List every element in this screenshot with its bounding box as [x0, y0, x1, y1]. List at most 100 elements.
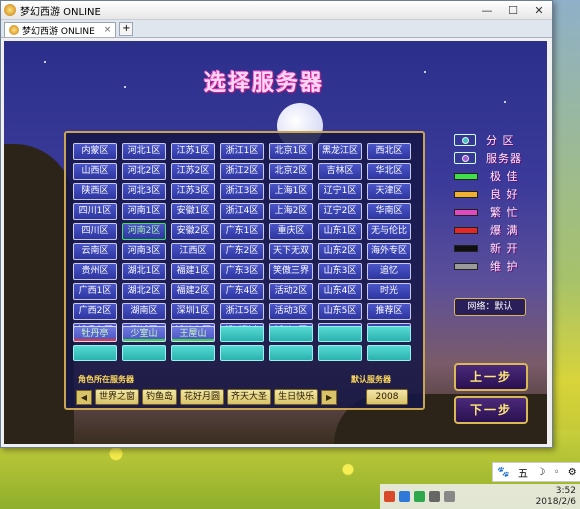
server-button[interactable]: 推荐区 [367, 303, 411, 320]
server-button[interactable]: 河北2区 [122, 163, 166, 180]
server-button[interactable]: 北京2区 [269, 163, 313, 180]
close-tab-icon[interactable]: × [104, 25, 112, 35]
server-button[interactable]: 江西区 [171, 243, 215, 260]
server-button[interactable]: 广西1区 [73, 283, 117, 300]
recent-server-slot[interactable] [220, 345, 264, 361]
recent-server-slot[interactable] [367, 345, 411, 361]
ime-tool-icon[interactable]: ⚙ [568, 467, 577, 478]
recent-server-slot[interactable] [269, 326, 313, 342]
ime-tool-icon[interactable]: 🐾 [497, 467, 509, 478]
server-button[interactable]: 江苏1区 [171, 143, 215, 160]
server-button[interactable]: 安徽2区 [171, 223, 215, 240]
role-server-button[interactable]: 花好月圆 [180, 389, 225, 405]
server-button[interactable]: 广东3区 [220, 263, 264, 280]
tray-icon[interactable] [414, 491, 425, 502]
server-button[interactable]: 湖北1区 [122, 263, 166, 280]
tab-game[interactable]: 梦幻西游 ONLINE × [4, 22, 117, 37]
recent-server-slot[interactable] [220, 326, 264, 342]
server-button[interactable]: 无与伦比 [367, 223, 411, 240]
server-button[interactable]: 福建2区 [171, 283, 215, 300]
recent-server-slot[interactable] [171, 345, 215, 361]
next-arrow-icon[interactable]: ▶ [321, 389, 338, 405]
server-button[interactable]: 华北区 [367, 163, 411, 180]
server-button[interactable]: 浙江1区 [220, 143, 264, 160]
server-button[interactable]: 内蒙区 [73, 143, 117, 160]
server-button[interactable]: 山东5区 [318, 303, 362, 320]
server-button[interactable]: 江苏2区 [171, 163, 215, 180]
server-button[interactable]: 辽宁1区 [318, 183, 362, 200]
server-button[interactable]: 上海1区 [269, 183, 313, 200]
server-button[interactable]: 河南1区 [122, 203, 166, 220]
role-server-button[interactable]: 世界之窗 [95, 389, 140, 405]
server-button[interactable]: 浙江2区 [220, 163, 264, 180]
ime-tool-icon[interactable]: ☽ [536, 467, 545, 478]
server-button[interactable]: 山东4区 [318, 283, 362, 300]
maximize-button[interactable]: ☐ [500, 2, 526, 18]
server-button[interactable]: 河北1区 [122, 143, 166, 160]
role-server-button[interactable]: 齐天大圣 [227, 389, 272, 405]
prev-button[interactable]: 上一步 [454, 363, 528, 391]
tray-icon[interactable] [399, 491, 410, 502]
server-button[interactable]: 上海2区 [269, 203, 313, 220]
server-button[interactable]: 西北区 [367, 143, 411, 160]
ime-tool-icon[interactable]: ◦ [554, 467, 560, 478]
server-button[interactable]: 北京1区 [269, 143, 313, 160]
server-button[interactable]: 安徽1区 [171, 203, 215, 220]
server-button[interactable]: 笑傲三界 [269, 263, 313, 280]
clock[interactable]: 3:52 2018/2/6 [536, 486, 576, 508]
server-button[interactable]: 广东1区 [220, 223, 264, 240]
server-button[interactable]: 广西2区 [73, 303, 117, 320]
server-button[interactable]: 贵州区 [73, 263, 117, 280]
recent-server-slot[interactable]: 王屋山 [171, 326, 215, 342]
server-button[interactable]: 浙江4区 [220, 203, 264, 220]
server-button[interactable]: 山东1区 [318, 223, 362, 240]
recent-server-slot[interactable]: 牡丹亭 [73, 326, 117, 342]
network-selector[interactable]: 网络：默认 [454, 298, 526, 316]
prev-arrow-icon[interactable]: ◀ [76, 389, 92, 405]
recent-server-slot[interactable]: 少室山 [122, 326, 166, 342]
server-button[interactable]: 广东2区 [220, 243, 264, 260]
new-tab-button[interactable]: + [119, 22, 134, 36]
server-button[interactable]: 活动3区 [269, 303, 313, 320]
server-button[interactable]: 云南区 [73, 243, 117, 260]
server-button[interactable]: 山东2区 [318, 243, 362, 260]
minimize-button[interactable]: — [474, 2, 500, 18]
server-button[interactable]: 陕西区 [73, 183, 117, 200]
server-button[interactable]: 浙江3区 [220, 183, 264, 200]
server-button[interactable]: 浙江5区 [220, 303, 264, 320]
server-button[interactable]: 河南3区 [122, 243, 166, 260]
ime-tool-icon[interactable]: 五 [518, 465, 528, 480]
server-button[interactable]: 广东4区 [220, 283, 264, 300]
network-icon[interactable] [444, 491, 455, 502]
tray-icon[interactable] [384, 491, 395, 502]
recent-server-slot[interactable] [318, 345, 362, 361]
recent-server-slot[interactable] [122, 345, 166, 361]
recent-server-slot[interactable] [269, 345, 313, 361]
server-button[interactable]: 河北3区 [122, 183, 166, 200]
server-button[interactable]: 四川1区 [73, 203, 117, 220]
server-button[interactable]: 追忆 [367, 263, 411, 280]
default-server-value[interactable]: 2008 [366, 389, 408, 405]
server-button[interactable]: 辽宁2区 [318, 203, 362, 220]
volume-icon[interactable] [429, 491, 440, 502]
server-button[interactable]: 山东3区 [318, 263, 362, 280]
server-button[interactable]: 湖北2区 [122, 283, 166, 300]
server-button[interactable]: 湖南区 [122, 303, 166, 320]
server-button[interactable]: 活动2区 [269, 283, 313, 300]
server-button[interactable]: 天津区 [367, 183, 411, 200]
server-button[interactable]: 时光 [367, 283, 411, 300]
server-button[interactable]: 河南2区 [122, 223, 166, 240]
server-button[interactable]: 重庆区 [269, 223, 313, 240]
server-button[interactable]: 天下无双 [269, 243, 313, 260]
server-button[interactable]: 山西区 [73, 163, 117, 180]
server-button[interactable]: 福建1区 [171, 263, 215, 280]
server-button[interactable]: 黑龙江区 [318, 143, 362, 160]
server-button[interactable]: 深圳1区 [171, 303, 215, 320]
role-server-button[interactable]: 钓鱼岛 [142, 389, 178, 405]
server-button[interactable]: 吉林区 [318, 163, 362, 180]
server-button[interactable]: 四川区 [73, 223, 117, 240]
server-button[interactable]: 海外专区 [367, 243, 411, 260]
server-button[interactable]: 江苏3区 [171, 183, 215, 200]
close-button[interactable]: ✕ [526, 2, 552, 18]
recent-server-slot[interactable] [318, 326, 362, 342]
